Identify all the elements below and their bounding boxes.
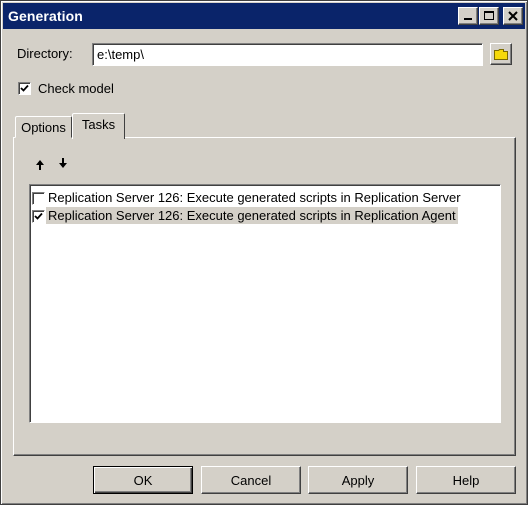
- tab-tasks[interactable]: Tasks: [72, 113, 125, 139]
- task-label: Replication Server 126: Execute generate…: [48, 190, 461, 205]
- apply-button[interactable]: Apply: [308, 466, 408, 494]
- minimize-button[interactable]: [458, 7, 478, 25]
- checkmark-icon: [20, 84, 29, 92]
- folder-icon: [494, 49, 508, 60]
- title-bar[interactable]: Generation: [3, 3, 525, 29]
- arrow-down-icon: [59, 158, 67, 168]
- tab-options[interactable]: Options: [15, 116, 72, 138]
- arrow-up-icon: [36, 160, 44, 170]
- checkmark-icon: [34, 212, 43, 220]
- generation-dialog: Generation Directory: Check model Option…: [0, 0, 528, 505]
- check-model-label[interactable]: Check model: [38, 81, 114, 96]
- close-icon: [508, 11, 518, 21]
- window-title: Generation: [8, 8, 83, 24]
- task-checkbox[interactable]: [32, 192, 45, 205]
- browse-directory-button[interactable]: [490, 43, 512, 65]
- close-button[interactable]: [503, 7, 523, 25]
- cancel-button[interactable]: Cancel: [201, 466, 301, 494]
- ok-button[interactable]: OK: [93, 466, 193, 494]
- task-list[interactable]: Replication Server 126: Execute generate…: [29, 184, 501, 423]
- move-up-button[interactable]: [32, 157, 48, 173]
- task-checkbox[interactable]: [32, 210, 45, 223]
- directory-input[interactable]: [92, 43, 483, 66]
- move-down-button[interactable]: [55, 155, 71, 171]
- task-label: Replication Server 126: Execute generate…: [46, 207, 458, 224]
- maximize-icon: [484, 11, 494, 20]
- maximize-button[interactable]: [479, 7, 499, 25]
- help-button[interactable]: Help: [416, 466, 516, 494]
- minimize-icon: [464, 18, 472, 20]
- check-model-checkbox[interactable]: [18, 82, 31, 95]
- directory-label: Directory:: [17, 46, 73, 61]
